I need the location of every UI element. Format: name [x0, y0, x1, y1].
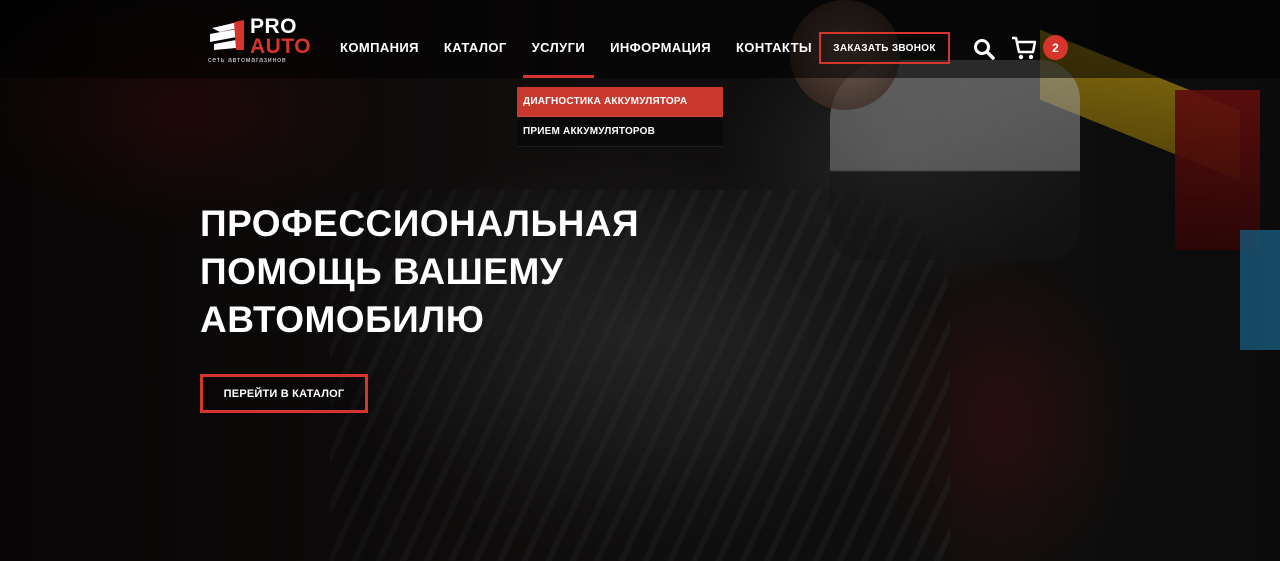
logo-icon	[210, 20, 244, 50]
hero-title-line-1: ПРОФЕССИОНАЛЬНАЯ	[200, 203, 640, 244]
nav-item-contacts[interactable]: КОНТАКТЫ	[736, 0, 812, 78]
nav-item-company[interactable]: КОМПАНИЯ	[340, 0, 419, 78]
dropdown-item-battery-diagnostics[interactable]: ДИАГНОСТИКА АККУМУЛЯТОРА	[517, 87, 723, 117]
dropdown-item-battery-acceptance[interactable]: ПРИЕМ АККУМУЛЯТОРОВ	[517, 117, 723, 147]
cart-count-badge: 2	[1043, 35, 1068, 60]
main-nav: КОМПАНИЯ КАТАЛОГ УСЛУГИ ИНФОРМАЦИЯ КОНТА…	[340, 0, 812, 78]
search-icon[interactable]	[973, 38, 995, 60]
order-call-button[interactable]: ЗАКАЗАТЬ ЗВОНОК	[819, 32, 950, 64]
hero-title-line-3: АВТОМОБИЛЮ	[200, 299, 485, 340]
nav-item-information[interactable]: ИНФОРМАЦИЯ	[610, 0, 711, 78]
hero-title-line-2: ПОМОЩЬ ВАШЕМУ	[200, 251, 564, 292]
hero-title: ПРОФЕССИОНАЛЬНАЯ ПОМОЩЬ ВАШЕМУ АВТОМОБИЛ…	[200, 200, 720, 344]
services-dropdown: ДИАГНОСТИКА АККУМУЛЯТОРА ПРИЕМ АККУМУЛЯТ…	[517, 87, 723, 147]
site-header: PRO AUTO сеть автомагазинов КОМПАНИЯ КАТ…	[0, 0, 1280, 78]
nav-item-catalog[interactable]: КАТАЛОГ	[444, 0, 507, 78]
logo-text-auto: AUTO	[250, 35, 312, 58]
cart-icon[interactable]	[1010, 34, 1038, 62]
site-logo[interactable]: PRO AUTO сеть автомагазинов	[208, 16, 318, 68]
logo-subtitle: сеть автомагазинов	[208, 57, 287, 64]
go-to-catalog-button[interactable]: ПЕРЕЙТИ В КАТАЛОГ	[200, 374, 368, 413]
nav-item-services[interactable]: УСЛУГИ	[522, 0, 595, 78]
